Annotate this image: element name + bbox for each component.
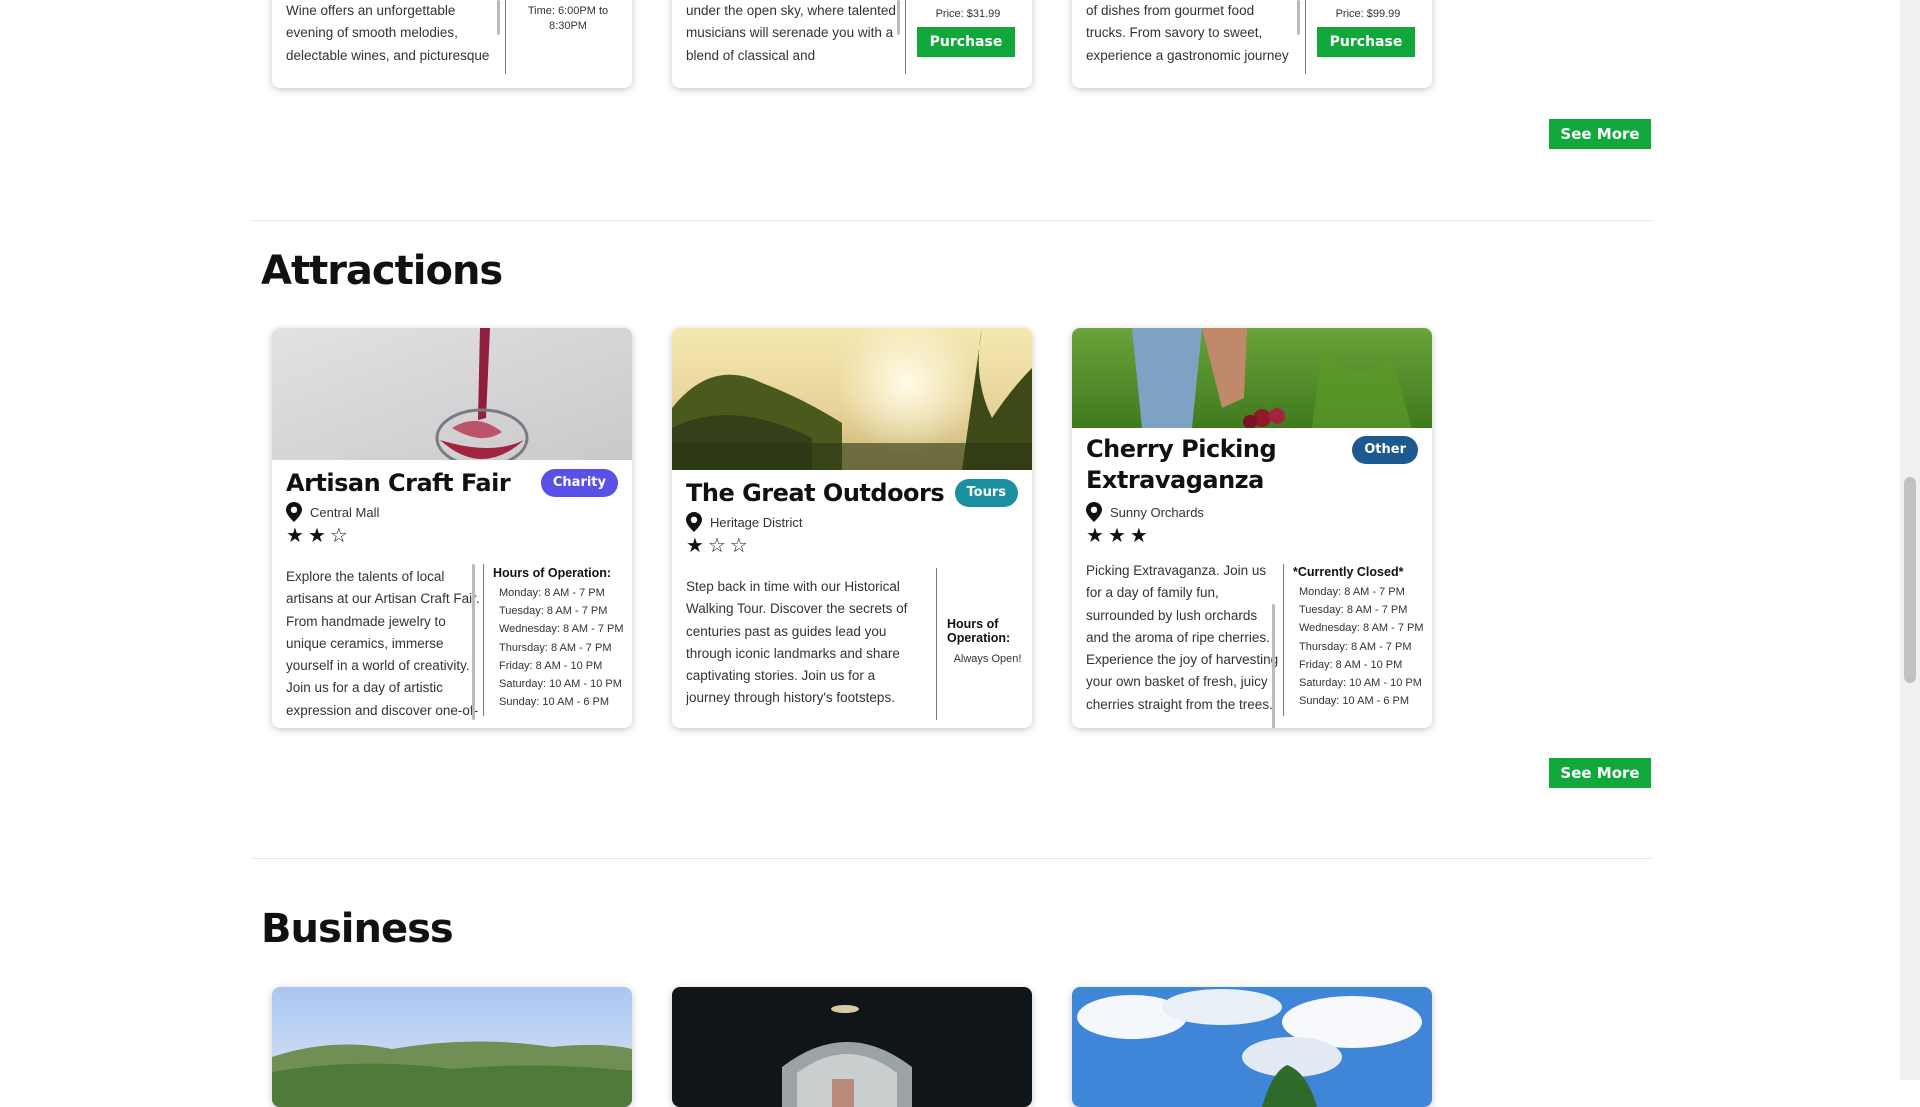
- card-description: Step back in time with our Historical Wa…: [686, 579, 908, 706]
- hours-item: Sunday: 10 AM - 6 PM: [1299, 695, 1410, 708]
- hours-title: Hours of Operation:: [493, 566, 612, 580]
- star-icon: ☆: [329, 525, 348, 547]
- category-badge: Charity: [540, 469, 618, 497]
- location-label: Heritage District: [710, 514, 803, 530]
- hours-item: Friday: 8 AM - 10 PM: [499, 659, 603, 672]
- card-description: Picking Extravaganza. Join us for a day …: [1086, 563, 1279, 712]
- wine-glass-image: [272, 328, 632, 460]
- hours-list: Monday: 8 AM - 7 PM Tuesday: 8 AM - 7 PM…: [1299, 583, 1424, 710]
- location-pin-icon: [686, 512, 702, 532]
- hours-item: Wednesday: 8 AM - 7 PM: [1299, 622, 1424, 635]
- location: Central Mall: [286, 502, 379, 522]
- event-description: of dishes from gourmet food trucks. From…: [1086, 3, 1289, 63]
- countryside-hills-image: [272, 987, 632, 1107]
- archway-interior-image: [672, 987, 1032, 1107]
- star-icon: ☆: [707, 535, 726, 557]
- attraction-card-cherry-picking[interactable]: Cherry Picking Extravaganza Other Sunny …: [1072, 328, 1432, 728]
- location-pin-icon: [1086, 502, 1102, 522]
- purchase-button[interactable]: Purchase: [917, 27, 1015, 57]
- hours-title: Hours of Operation:: [947, 617, 1011, 645]
- hours-item: Thursday: 8 AM - 7 PM: [1299, 640, 1412, 653]
- star-icon: ★: [1129, 525, 1148, 547]
- card-divider: [1283, 564, 1284, 716]
- description-scrollbar[interactable]: [1272, 604, 1275, 728]
- card-divider: [905, 0, 906, 74]
- card-divider: [936, 568, 937, 720]
- rating-stars: ★ ★ ★: [1086, 526, 1148, 546]
- event-price: Price: $31.99: [935, 8, 1001, 20]
- location-label: Central Mall: [310, 504, 380, 520]
- business-section-title: Business: [261, 906, 454, 952]
- attractions-see-more-button[interactable]: See More: [1549, 758, 1651, 788]
- event-card-1: Wine offers an unforgettable evening of …: [272, 0, 632, 88]
- business-card-3[interactable]: [1072, 987, 1432, 1107]
- hours-item: Thursday: 8 AM - 7 PM: [499, 641, 612, 654]
- star-icon: ★: [286, 525, 304, 547]
- hours-item: Sunday: 10 AM - 6 PM: [499, 696, 610, 709]
- event-card-2: under the open sky, where talented music…: [672, 0, 1032, 88]
- purchase-button[interactable]: Purchase: [1317, 27, 1415, 57]
- card-title: Artisan Craft Fair: [286, 469, 511, 497]
- cherry-picking-image: [1072, 328, 1432, 428]
- vineyard-sunset-image: [672, 328, 1032, 470]
- star-icon: ★: [1107, 525, 1126, 547]
- rating-stars: ★ ★ ☆: [286, 526, 348, 546]
- attraction-card-artisan-craft-fair[interactable]: Artisan Craft Fair Charity Central Mall …: [272, 328, 632, 728]
- card-divider: [1305, 0, 1306, 74]
- description-scrollbar[interactable]: [472, 564, 475, 720]
- star-icon: ★: [686, 535, 704, 557]
- section-divider: [252, 220, 1652, 221]
- business-card-1[interactable]: [272, 987, 632, 1107]
- category-badge: Tours: [954, 479, 1018, 507]
- event-time: Time: 6:00PM to 8:30PM: [527, 5, 609, 32]
- card-description: Explore the talents of local artisans at…: [286, 569, 480, 718]
- event-description: under the open sky, where talented music…: [686, 3, 896, 63]
- rating-stars: ★ ☆ ☆: [686, 536, 748, 556]
- description-scrollbar[interactable]: [897, 0, 900, 35]
- location-pin-icon: [286, 502, 302, 522]
- hours-item: Tuesday: 8 AM - 7 PM: [499, 605, 608, 618]
- hours-item: Friday: 8 AM - 10 PM: [1299, 658, 1403, 671]
- location-label: Sunny Orchards: [1110, 504, 1204, 520]
- hours-item: Tuesday: 8 AM - 7 PM: [1299, 604, 1408, 617]
- card-title: Cherry Picking Extravaganza: [1086, 435, 1277, 494]
- category-badge: Other: [1352, 436, 1418, 464]
- attraction-card-the-great-outdoors[interactable]: The Great Outdoors Tours Heritage Distri…: [672, 328, 1032, 728]
- attractions-section-title: Attractions: [261, 248, 503, 294]
- location: Sunny Orchards: [1086, 502, 1204, 522]
- page-scrollbar-thumb[interactable]: [1904, 477, 1916, 683]
- description-scrollbar[interactable]: [1297, 0, 1300, 35]
- hours-item: Saturday: 10 AM - 10 PM: [1299, 677, 1422, 690]
- description-scrollbar[interactable]: [497, 0, 500, 35]
- location: Heritage District: [686, 512, 802, 532]
- hours-item: Monday: 8 AM - 7 PM: [1299, 586, 1405, 598]
- hours-item: Wednesday: 8 AM - 7 PM: [499, 623, 624, 636]
- hours-note: Always Open!: [953, 653, 1022, 665]
- hours-item: Saturday: 10 AM - 10 PM: [499, 678, 622, 691]
- card-divider: [483, 564, 484, 716]
- hours-title: *Currently Closed*: [1293, 565, 1404, 579]
- palm-tree-sky-image: [1072, 987, 1432, 1107]
- star-icon: ★: [307, 525, 326, 547]
- star-icon: ★: [1086, 525, 1104, 547]
- event-card-3: of dishes from gourmet food trucks. From…: [1072, 0, 1432, 88]
- event-description: Wine offers an unforgettable evening of …: [286, 3, 490, 63]
- section-divider: [252, 858, 1652, 859]
- event-price: Price: $99.99: [1335, 8, 1401, 20]
- star-icon: ☆: [729, 535, 748, 557]
- hours-list: Monday: 8 AM - 7 PM Tuesday: 8 AM - 7 PM…: [499, 584, 624, 711]
- hours-item: Monday: 8 AM - 7 PM: [499, 587, 605, 599]
- card-title: The Great Outdoors: [686, 479, 945, 507]
- events-see-more-button[interactable]: See More: [1549, 119, 1651, 149]
- card-divider: [505, 0, 506, 74]
- business-card-2[interactable]: [672, 987, 1032, 1107]
